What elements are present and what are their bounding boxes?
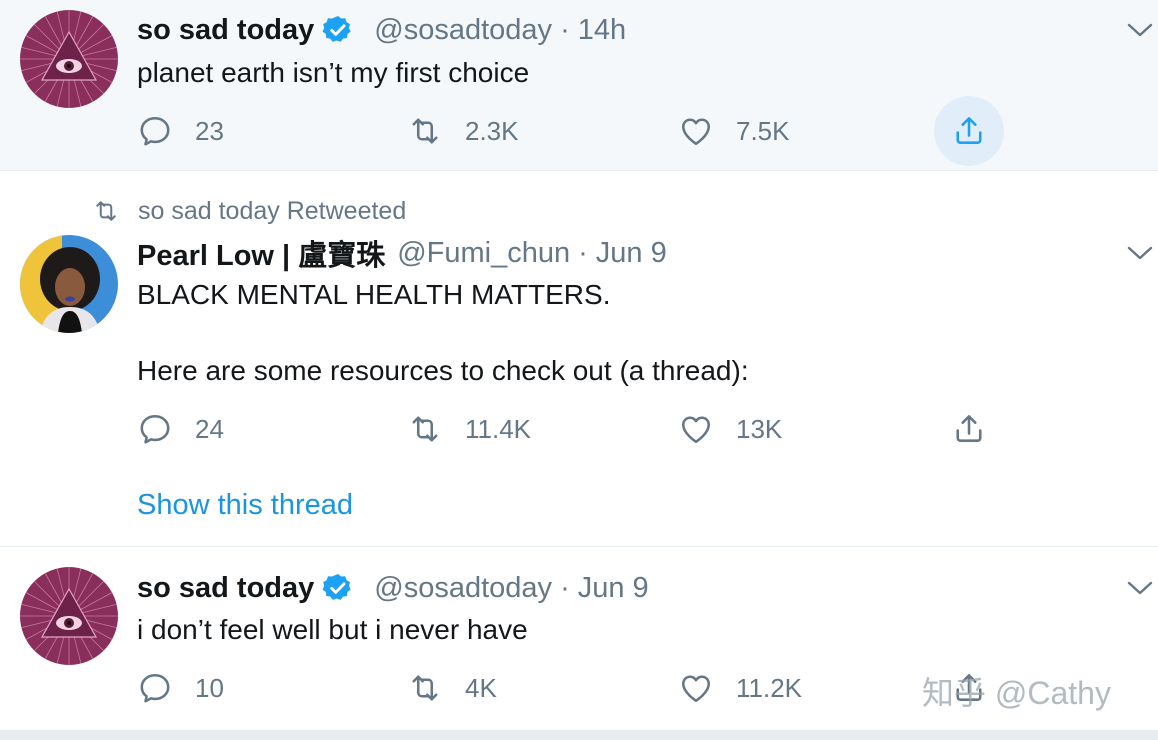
share-button[interactable] (934, 96, 1004, 166)
like-icon (678, 670, 714, 706)
retweet-icon (407, 670, 443, 706)
share-icon (951, 113, 987, 149)
retweeted-by-text[interactable]: so sad today Retweeted (138, 197, 406, 226)
verified-badge-icon (322, 14, 354, 46)
reply-count: 10 (195, 672, 224, 703)
verified-badge-icon (322, 572, 354, 604)
reply-count: 23 (195, 115, 224, 146)
retweeted-label: so sad today Retweeted (92, 195, 406, 227)
timestamp[interactable]: Jun 9 (578, 572, 649, 605)
like-count: 7.5K (736, 115, 790, 146)
tweet-text-line: BLACK MENTAL HEALTH MATTERS. (137, 279, 611, 310)
like-button[interactable]: 11.2K (678, 658, 802, 718)
reply-count: 24 (195, 413, 224, 444)
chevron-down-icon[interactable] (1126, 243, 1154, 263)
sosadtoday-avatar-image (20, 567, 118, 665)
reply-button[interactable]: 23 (137, 101, 224, 161)
reply-icon (137, 670, 173, 706)
chevron-down-icon[interactable] (1126, 578, 1154, 598)
handle[interactable]: @Fumi_chun (397, 237, 570, 270)
display-name[interactable]: Pearl Low | 盧寶珠 (137, 232, 385, 274)
action-bar: 24 11.4K 13K (0, 399, 1158, 459)
pearl-low-avatar-image (20, 235, 118, 333)
chevron-down-icon[interactable] (1126, 20, 1154, 40)
separator: · (560, 571, 570, 604)
display-name[interactable]: so sad today (137, 572, 314, 605)
retweet-button[interactable]: 2.3K (407, 101, 519, 161)
retweet-button[interactable]: 4K (407, 658, 497, 718)
retweet-count: 11.4K (465, 413, 532, 444)
separator: · (560, 13, 570, 46)
timestamp[interactable]: 14h (578, 14, 626, 47)
retweet-icon (92, 197, 120, 225)
share-button[interactable] (934, 399, 1004, 459)
reply-button[interactable]: 10 (137, 658, 224, 718)
like-button[interactable]: 7.5K (678, 101, 790, 161)
avatar[interactable] (20, 567, 118, 665)
avatar[interactable] (20, 235, 118, 333)
like-button[interactable]: 13K (678, 399, 782, 459)
action-bar: 23 2.3K 7.5K (0, 96, 1158, 166)
reply-icon (137, 113, 173, 149)
timeline-bottom-border (0, 730, 1158, 740)
like-icon (678, 113, 714, 149)
retweet-count: 2.3K (465, 115, 519, 146)
handle[interactable]: @sosadtoday (374, 572, 552, 605)
like-count: 13K (736, 413, 783, 444)
retweet-icon (407, 113, 443, 149)
tweet-header: so sad today @sosadtoday · Jun 9 (137, 570, 649, 606)
reply-icon (137, 411, 173, 447)
retweet-button[interactable]: 11.4K (407, 399, 531, 459)
reply-button[interactable]: 24 (137, 399, 224, 459)
tweet-text: planet earth isn’t my first choice (137, 57, 530, 88)
watermark: 知乎 @Cathy (922, 675, 1111, 711)
sosadtoday-avatar-image (20, 10, 118, 108)
tweet-text-line: Here are some resources to check out (a … (137, 355, 749, 386)
tweet[interactable]: so sad today @sosadtoday · 14h planet ea… (0, 0, 1158, 170)
retweet-icon (407, 411, 443, 447)
share-icon (951, 411, 987, 447)
share-hover-highlight (934, 96, 1004, 166)
like-icon (678, 411, 714, 447)
retweet-count: 4K (465, 672, 497, 703)
like-count: 11.2K (736, 672, 803, 703)
tweet-text: i don’t feel well but i never have (137, 614, 528, 645)
timestamp[interactable]: Jun 9 (596, 237, 667, 270)
tweet-header: Pearl Low | 盧寶珠 @Fumi_chun · Jun 9 (137, 232, 667, 274)
tweet-header: so sad today @sosadtoday · 14h (137, 12, 626, 48)
tweet[interactable]: so sad today Retweeted Pearl Low | 盧寶珠 @… (0, 171, 1158, 546)
show-thread-link[interactable]: Show this thread (137, 489, 353, 522)
display-name[interactable]: so sad today (137, 14, 314, 47)
separator: · (578, 236, 588, 269)
avatar[interactable] (20, 10, 118, 108)
handle[interactable]: @sosadtoday (374, 14, 552, 47)
